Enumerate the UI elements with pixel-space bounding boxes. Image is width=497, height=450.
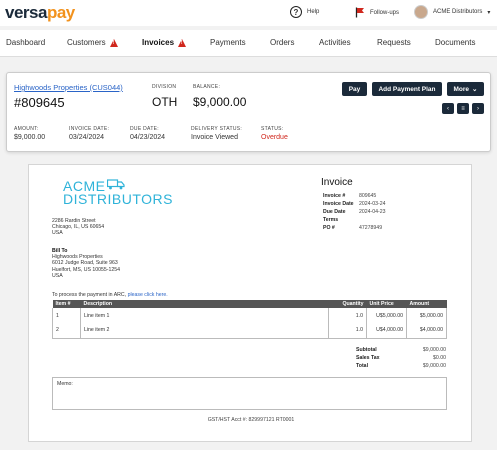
add-payment-plan-button[interactable]: Add Payment Plan: [372, 82, 442, 96]
line-items-table: Item # Description Quantity Unit Price A…: [52, 300, 447, 339]
nav-dashboard[interactable]: Dashboard: [6, 38, 45, 47]
table-row: 2 Line item 2 1.0 U$4,000.00 $4,000.00: [52, 323, 447, 339]
delivery-status-value: Invoice Viewed: [191, 134, 238, 141]
help-icon: ?: [290, 6, 302, 18]
nav-invoices[interactable]: Invoices: [142, 38, 187, 47]
truck-icon: [107, 179, 125, 190]
due-date-value: 04/23/2024: [130, 134, 166, 141]
avatar: [414, 5, 428, 19]
amount-value: $9,000.00: [14, 134, 46, 141]
payment-instructions: To process the payment in ARC, please cl…: [52, 292, 168, 298]
chevron-down-icon: ▾: [487, 9, 491, 16]
next-invoice-button[interactable]: ›: [472, 103, 484, 114]
nav-requests[interactable]: Requests: [377, 38, 411, 47]
followups-link[interactable]: Follow-ups: [355, 7, 399, 18]
list-icon: ≡: [461, 105, 465, 112]
status-badge: Overdue: [261, 134, 288, 141]
payment-link[interactable]: please click here.: [128, 292, 168, 298]
due-date-label: DUE DATE:: [130, 126, 159, 132]
flag-icon: [355, 7, 364, 18]
table-row: 1 Line item 1 1.0 U$5,000.00 $5,000.00: [52, 308, 447, 323]
pay-button[interactable]: Pay: [342, 82, 367, 96]
previous-invoice-button[interactable]: ‹: [442, 103, 454, 114]
balance-value: $9,000.00: [193, 95, 247, 109]
invoice-list-button[interactable]: ≡: [457, 103, 469, 114]
chevron-left-icon: ‹: [447, 105, 449, 112]
division-label: DIVISION: [152, 84, 177, 90]
col-amount: Amount: [406, 300, 447, 308]
invoice-meta: Invoice #809645 Invoice Date 2024-03-24 D…: [323, 193, 386, 231]
help-link[interactable]: ? Help: [290, 6, 319, 18]
warning-icon: [109, 38, 118, 47]
customer-link[interactable]: Highwoods Properties (CUS044): [14, 83, 123, 92]
invoice-date-value: 03/24/2024: [69, 134, 105, 141]
invoice-number: #809645: [14, 95, 65, 110]
amount-label: AMOUNT:: [14, 126, 39, 132]
col-description: Description: [80, 300, 329, 308]
top-bar: versapay ? Help Follow-ups ACME Distribu…: [0, 0, 497, 26]
main-nav: Dashboard Customers Invoices Payments Or…: [0, 30, 497, 57]
memo-box: Memo:: [52, 377, 447, 410]
document-title: Invoice: [321, 177, 353, 188]
status-label: STATUS:: [261, 126, 284, 132]
nav-activities[interactable]: Activities: [319, 38, 351, 47]
user-menu[interactable]: ACME Distributors ▾: [414, 5, 490, 19]
balance-label: BALANCE:: [193, 84, 221, 90]
more-button[interactable]: More ⌄: [447, 82, 484, 96]
delivery-status-label: DELIVERY STATUS:: [191, 126, 243, 132]
gst-line: GST/HST Acct #: 829997121 RT0001: [207, 417, 295, 423]
totals: Subtotal $9,000.00 Sales Tax $0.00 Total $9…: [356, 347, 446, 369]
chevron-down-icon: ⌄: [472, 86, 478, 93]
nav-customers[interactable]: Customers: [67, 38, 118, 47]
col-item: Item #: [52, 300, 81, 308]
bill-to: Bill To Highwoods Properties 6012 Judge …: [52, 248, 121, 279]
company-address: 2286 Rardin Street Chicago, IL, US 60654…: [52, 218, 105, 237]
versapay-logo[interactable]: versapay: [5, 3, 75, 23]
acme-logo: ACME DISTRIBUTORS: [63, 178, 173, 207]
chevron-right-icon: ›: [477, 105, 479, 112]
invoice-summary-card: Highwoods Properties (CUS044) #809645 DI…: [6, 72, 491, 152]
nav-payments[interactable]: Payments: [210, 38, 246, 47]
invoice-document: ACME DISTRIBUTORS 2286 Rardin Street Chi…: [28, 164, 472, 442]
col-unit-price: Unit Price: [366, 300, 407, 308]
nav-orders[interactable]: Orders: [270, 38, 294, 47]
invoice-date-label: INVOICE DATE:: [69, 126, 110, 132]
col-quantity: Quantity: [328, 300, 367, 308]
nav-documents[interactable]: Documents: [435, 38, 475, 47]
division-value: OTH: [152, 95, 178, 109]
warning-icon: [178, 38, 187, 47]
